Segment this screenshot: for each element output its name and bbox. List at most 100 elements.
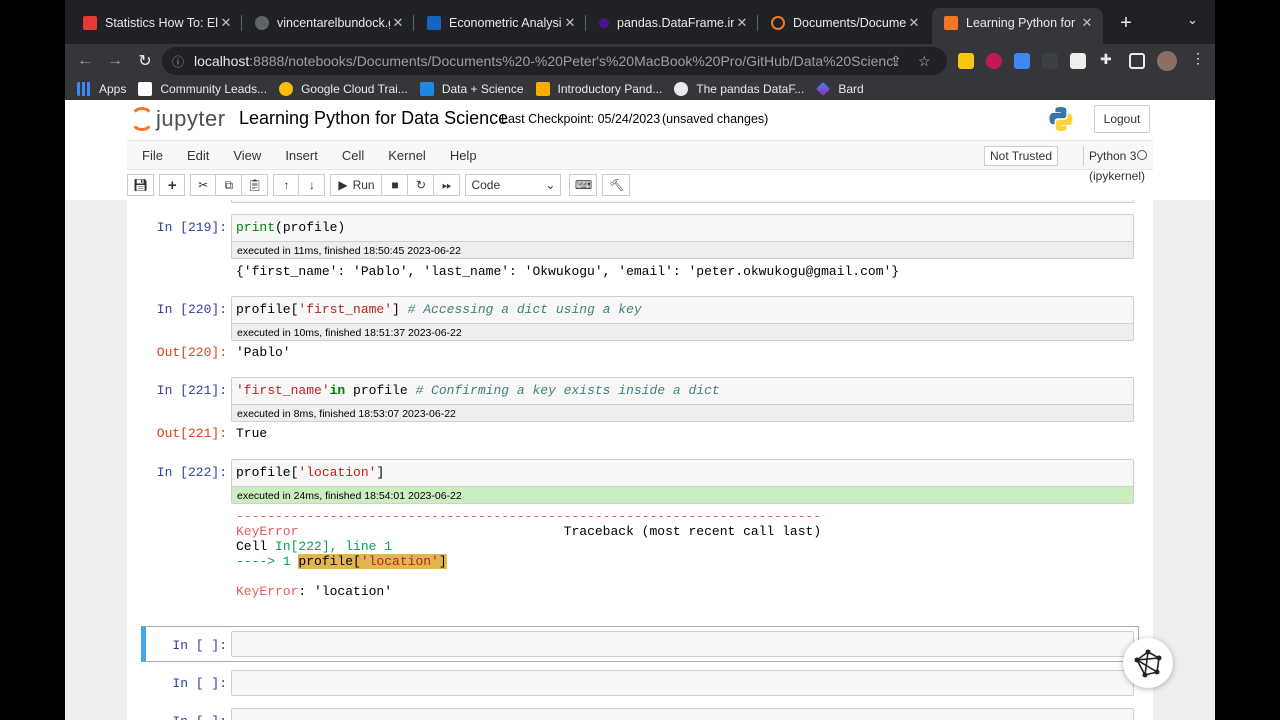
- code-line[interactable]: 'first_name'in profile # Confirming a ke…: [232, 378, 1133, 404]
- move-down-icon[interactable]: ↓: [299, 174, 326, 196]
- paste-icon[interactable]: 📋︎: [242, 174, 269, 196]
- bookmark-introductory-pandas[interactable]: Introductory Pand...: [535, 82, 663, 96]
- puzzle-icon[interactable]: ✚: [1100, 51, 1116, 67]
- jupyter-page: jupyter Learning Python for Data Science…: [65, 100, 1215, 720]
- close-icon[interactable]: ✕: [906, 15, 922, 31]
- menu-cell[interactable]: Cell: [330, 148, 376, 163]
- save-icon[interactable]: 💾︎: [127, 174, 155, 196]
- close-icon[interactable]: ✕: [562, 15, 578, 31]
- traceback-arrow: ----> 1: [236, 554, 299, 569]
- cut-icon[interactable]: ✂: [190, 174, 217, 196]
- notebook-title[interactable]: Learning Python for Data Science: [239, 108, 508, 129]
- jupyter-logo[interactable]: jupyter: [130, 106, 226, 132]
- cell-input[interactable]: profile['first_name'] # Accessing a dict…: [231, 296, 1134, 341]
- traceback-cell-label: Cell: [236, 539, 276, 554]
- cell-input[interactable]: [231, 631, 1134, 657]
- browser-tab-learning-python[interactable]: Learning Python for Da ✕: [932, 8, 1103, 44]
- more-vert-icon[interactable]: ⋮: [1191, 50, 1207, 66]
- keyboard-icon[interactable]: ⌨: [569, 174, 598, 196]
- fast-forward-icon[interactable]: ⏩︎: [434, 174, 461, 196]
- cell-input[interactable]: [231, 708, 1134, 720]
- kernel-idle-indicator-icon: [1137, 150, 1147, 160]
- close-icon[interactable]: ✕: [218, 15, 234, 31]
- floating-action-button[interactable]: [1123, 638, 1173, 688]
- bookmark-icon: [535, 82, 550, 96]
- tab-title: Econometric Analysis,: [449, 16, 562, 30]
- bookmark-pandas-dataframe[interactable]: The pandas DataF...: [674, 82, 804, 96]
- code-line[interactable]: print(profile): [232, 215, 1133, 241]
- translate-icon[interactable]: [1014, 53, 1030, 69]
- notebook-icon: [944, 16, 958, 30]
- close-icon[interactable]: ✕: [1079, 15, 1095, 31]
- move-up-icon[interactable]: ↑: [273, 174, 300, 196]
- bookmark-star-icon[interactable]: ☆: [918, 53, 931, 70]
- execution-time: executed in 8ms, finished 18:53:07 2023-…: [232, 404, 1133, 421]
- copy-icon[interactable]: ⧉: [216, 174, 243, 196]
- extension-icon[interactable]: [986, 53, 1002, 69]
- cell-type-select[interactable]: Code ⌄: [465, 174, 562, 196]
- run-button[interactable]: ▶ Run: [330, 174, 383, 196]
- new-tab-button[interactable]: +: [1115, 12, 1137, 34]
- jupyter-ring-icon: [130, 107, 154, 131]
- close-icon[interactable]: ✕: [734, 15, 750, 31]
- stop-icon[interactable]: ■: [382, 174, 409, 196]
- forward-arrow-icon[interactable]: →: [101, 47, 129, 75]
- notebook-toolbar: 💾︎ + ✂ ⧉ 📋︎ ↑ ↓ ▶ Run ■ ↻ ⏩︎ Code ⌄ ⌨ 🔨︎: [127, 172, 1153, 198]
- browser-tab-vincentarelbundock[interactable]: vincentarelbundock.gith ✕: [243, 8, 414, 38]
- bookmarks-bar: Apps Community Leads... Google Cloud Tra…: [65, 78, 1215, 100]
- cell-input[interactable]: 'first_name'in profile # Confirming a ke…: [231, 377, 1134, 422]
- bookmark-label: Apps: [99, 82, 127, 96]
- extension-icon[interactable]: [1042, 53, 1058, 69]
- browser-tab-documents[interactable]: Documents/Documents ✕: [759, 8, 930, 38]
- gavel-icon[interactable]: 🔨︎: [602, 174, 631, 196]
- bookmark-google-cloud[interactable]: Google Cloud Trai...: [279, 82, 408, 96]
- menu-kernel[interactable]: Kernel: [376, 148, 438, 163]
- bookmark-bard[interactable]: Bard: [816, 82, 864, 96]
- code-line[interactable]: profile['first_name'] # Accessing a dict…: [232, 297, 1133, 323]
- extension-icon[interactable]: [1070, 53, 1086, 69]
- menu-view[interactable]: View: [221, 148, 273, 163]
- code-line[interactable]: profile['location']: [232, 460, 1133, 486]
- browser-toolbar: ← → ↻ ⓘ localhost:8888/notebooks/Documen…: [65, 44, 1215, 78]
- cell-input[interactable]: [231, 670, 1134, 696]
- insert-cell-below-icon[interactable]: +: [159, 174, 186, 196]
- menu-file[interactable]: File: [130, 148, 175, 163]
- bookmark-data-science[interactable]: Data + Science: [419, 82, 524, 96]
- bookmark-icon: [419, 82, 434, 96]
- extension-icon[interactable]: [958, 53, 974, 69]
- restart-icon[interactable]: ↻: [408, 174, 435, 196]
- share-icon[interactable]: ⇪: [890, 53, 902, 70]
- traceback-cell-ref: In[222], line 1: [275, 539, 393, 554]
- menu-insert[interactable]: Insert: [273, 148, 330, 163]
- cell-input[interactable]: print(profile) executed in 11ms, finishe…: [231, 214, 1134, 259]
- bard-sparkle-icon: [816, 82, 831, 96]
- cell-input[interactable]: profile['location'] executed in 24ms, fi…: [231, 459, 1134, 504]
- bookmark-apps[interactable]: Apps: [77, 82, 126, 96]
- sidepanel-icon[interactable]: [1129, 53, 1145, 69]
- jupyter-wordmark: jupyter: [156, 106, 226, 131]
- trust-badge[interactable]: Not Trusted: [984, 146, 1059, 166]
- address-bar[interactable]: ⓘ localhost:8888/notebooks/Documents/Doc…: [162, 47, 947, 75]
- checkpoint-status: Last Checkpoint: 05/24/2023: [501, 112, 661, 126]
- browser-tab-statistics[interactable]: Statistics How To: Elem ✕: [71, 8, 242, 38]
- logout-button[interactable]: Logout: [1094, 105, 1150, 133]
- avatar[interactable]: [1157, 51, 1177, 71]
- bookmark-label: Data + Science: [441, 82, 524, 96]
- tab-search-icon[interactable]: ⌄: [1187, 12, 1198, 28]
- back-arrow-icon[interactable]: ←: [71, 47, 99, 75]
- menu-edit[interactable]: Edit: [175, 148, 221, 163]
- close-icon[interactable]: ✕: [390, 15, 406, 31]
- tab-title: vincentarelbundock.gith: [277, 16, 390, 30]
- tab-title: Statistics How To: Elem: [105, 16, 218, 30]
- error-message: : 'location': [298, 584, 393, 599]
- menu-help[interactable]: Help: [438, 148, 489, 163]
- network-graph-icon: [1134, 649, 1162, 678]
- reload-icon[interactable]: ↻: [131, 47, 159, 75]
- bookmark-label: Community Leads...: [160, 82, 268, 96]
- chevron-down-icon: ⌄: [545, 178, 556, 192]
- browser-tab-econometric[interactable]: Econometric Analysis, ✕: [415, 8, 586, 38]
- bookmark-community-leads[interactable]: Community Leads...: [138, 82, 267, 96]
- bookmark-label: Introductory Pand...: [557, 82, 663, 96]
- info-icon[interactable]: ⓘ: [172, 53, 184, 70]
- browser-tab-pandas[interactable]: pandas.DataFrame.info ✕: [587, 8, 758, 38]
